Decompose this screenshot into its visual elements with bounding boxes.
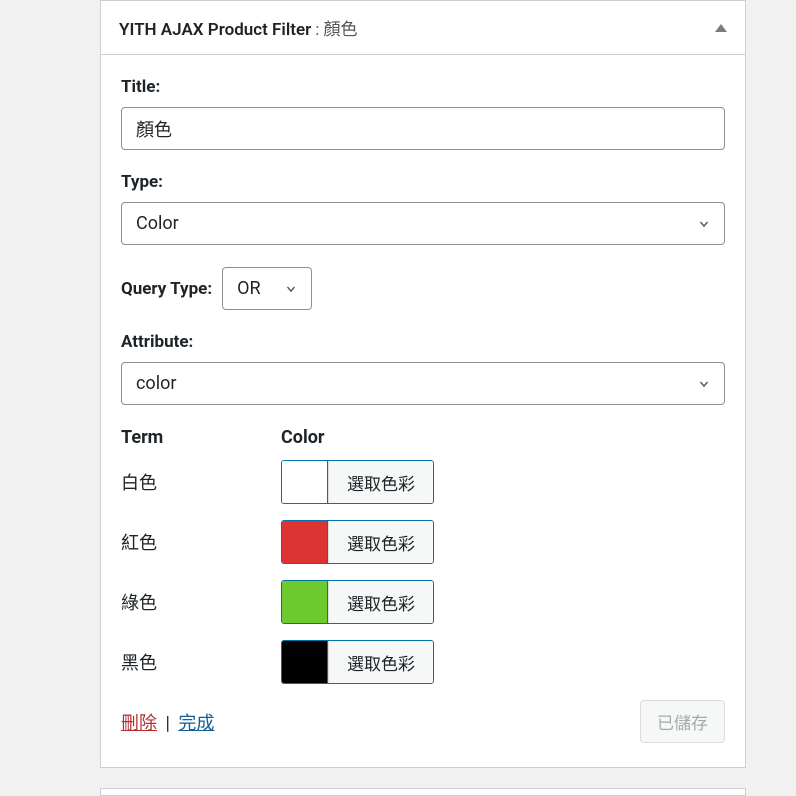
select-color-button[interactable]: 選取色彩 — [328, 521, 433, 563]
attribute-select[interactable]: color — [121, 362, 725, 405]
type-label: Type: — [121, 172, 725, 192]
color-swatch[interactable] — [282, 641, 328, 683]
widget-title-suffix: : 顏色 — [315, 15, 357, 40]
saved-button: 已儲存 — [640, 700, 725, 743]
widget-body: Title: Type: Color Query Type: OR Attrib… — [101, 55, 745, 767]
query-type-label: Query Type: — [121, 279, 212, 299]
type-field-group: Type: Color — [121, 172, 725, 245]
query-type-field-group: Query Type: OR — [121, 267, 725, 310]
widget-header[interactable]: YITH AJAX Product Filter : 顏色 — [101, 1, 745, 55]
color-swatch[interactable] — [282, 461, 328, 503]
color-picker: 選取色彩 — [281, 580, 434, 624]
widget-title: YITH AJAX Product Filter : 顏色 — [119, 15, 358, 40]
color-column-header: Color — [281, 427, 324, 448]
term-row: 黑色 選取色彩 — [121, 640, 725, 684]
attribute-field-group: Attribute: color — [121, 332, 725, 405]
separator: | — [165, 713, 169, 734]
color-swatch[interactable] — [282, 521, 328, 563]
term-row: 紅色 選取色彩 — [121, 520, 725, 564]
widget-actions-row: 刪除 | 完成 已儲存 — [121, 700, 725, 743]
title-field-group: Title: — [121, 77, 725, 150]
color-picker: 選取色彩 — [281, 460, 434, 504]
widget-panel: YITH AJAX Product Filter : 顏色 Title: Typ… — [100, 0, 746, 768]
widget-links: 刪除 | 完成 — [121, 709, 214, 735]
attribute-label: Attribute: — [121, 332, 725, 352]
term-name: 黑色 — [121, 649, 281, 675]
widget-title-prefix: YITH AJAX Product Filter — [119, 20, 311, 40]
term-name: 白色 — [121, 469, 281, 495]
query-type-select[interactable]: OR — [222, 267, 312, 310]
select-color-button[interactable]: 選取色彩 — [328, 581, 433, 623]
select-color-button[interactable]: 選取色彩 — [328, 461, 433, 503]
term-row: 綠色 選取色彩 — [121, 580, 725, 624]
type-select[interactable]: Color — [121, 202, 725, 245]
collapse-up-icon[interactable] — [715, 24, 727, 32]
term-table-header: Term Color — [121, 427, 725, 448]
title-label: Title: — [121, 77, 725, 97]
title-input[interactable] — [121, 107, 725, 150]
color-picker: 選取色彩 — [281, 640, 434, 684]
next-widget-panel — [100, 788, 746, 796]
color-picker: 選取色彩 — [281, 520, 434, 564]
color-swatch[interactable] — [282, 581, 328, 623]
term-column-header: Term — [121, 427, 281, 448]
done-link[interactable]: 完成 — [178, 713, 214, 734]
delete-link[interactable]: 刪除 — [121, 713, 157, 734]
select-color-button[interactable]: 選取色彩 — [328, 641, 433, 683]
term-row: 白色 選取色彩 — [121, 460, 725, 504]
term-color-table: Term Color 白色 選取色彩 紅色 選取色彩 — [121, 427, 725, 684]
term-name: 紅色 — [121, 529, 281, 555]
term-name: 綠色 — [121, 589, 281, 615]
